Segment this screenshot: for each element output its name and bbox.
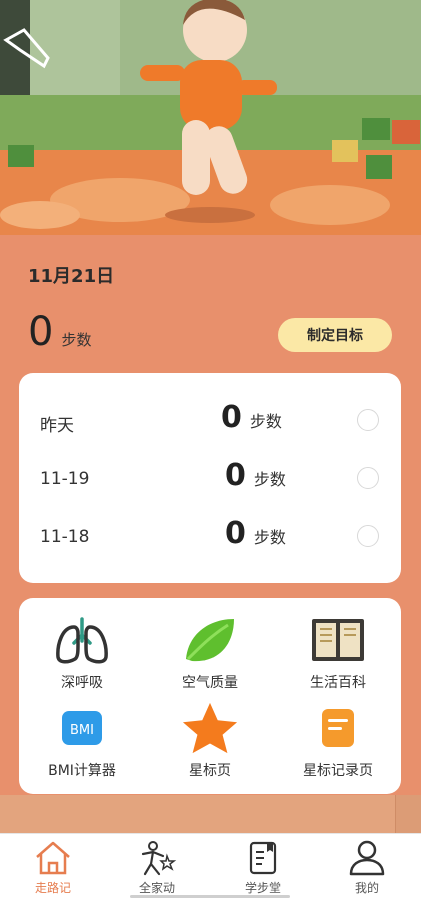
tab-label: 学步堂 <box>244 881 281 895</box>
notes-icon <box>309 702 367 754</box>
tool-life-encyclopedia[interactable]: 生活百科 <box>278 614 398 692</box>
footer-stripe <box>0 795 421 833</box>
hero-banner <box>0 0 421 235</box>
tool-label: 深呼吸 <box>61 675 103 691</box>
history-radio[interactable] <box>357 467 379 489</box>
history-row[interactable]: 昨天 0 步数 <box>19 401 401 441</box>
step-history-card: 昨天 0 步数 11-19 0 步数 11-18 0 步数 <box>19 373 401 583</box>
tools-grid: 深呼吸 空气质量 生活百科 BMI BMI计算器 星标页 星标记录页 <box>19 598 401 794</box>
history-radio[interactable] <box>357 525 379 547</box>
tool-label: 星标记录页 <box>303 763 373 779</box>
history-steps-unit: 步数 <box>253 470 286 489</box>
tool-star-page[interactable]: 星标页 <box>150 702 270 780</box>
tab-learn[interactable]: 学步堂 <box>218 839 308 896</box>
history-steps-count: 0 <box>225 516 246 551</box>
tool-air-quality[interactable]: 空气质量 <box>150 614 270 692</box>
tool-label: 星标页 <box>189 763 231 779</box>
history-steps-unit: 步数 <box>249 412 282 431</box>
history-steps: 0 步数 <box>225 461 286 491</box>
history-row[interactable]: 11-18 0 步数 <box>19 517 401 557</box>
leaf-icon <box>181 614 239 666</box>
tool-deep-breathing[interactable]: 深呼吸 <box>22 614 142 692</box>
current-date: 11月21日 <box>28 266 115 287</box>
tool-star-records[interactable]: 星标记录页 <box>278 702 398 780</box>
today-steps: 0 步数 <box>28 312 91 352</box>
stripe-divider <box>395 795 421 833</box>
star-icon <box>181 702 239 754</box>
history-steps: 0 步数 <box>221 403 282 433</box>
history-row[interactable]: 11-19 0 步数 <box>19 459 401 499</box>
history-steps: 0 步数 <box>225 519 286 549</box>
tool-label: 空气质量 <box>182 675 238 691</box>
toddler-illustration <box>0 0 421 235</box>
tool-label: 生活百科 <box>310 675 366 691</box>
today-steps-unit: 步数 <box>61 331 92 349</box>
family-icon <box>137 839 177 877</box>
history-steps-unit: 步数 <box>253 528 286 547</box>
bmi-badge: BMI <box>70 723 94 738</box>
lungs-icon <box>53 614 111 666</box>
user-icon <box>347 839 387 877</box>
tab-mine[interactable]: 我的 <box>322 839 412 896</box>
history-date: 11-19 <box>40 469 90 489</box>
bottom-tab-bar: 走路记 全家动 学步堂 我的 <box>0 833 421 898</box>
set-goal-button[interactable]: 制定目标 <box>278 318 392 352</box>
tool-label: BMI计算器 <box>48 763 116 779</box>
tab-label: 走路记 <box>34 881 71 895</box>
history-steps-count: 0 <box>221 400 242 435</box>
history-date: 11-18 <box>40 527 90 547</box>
history-radio[interactable] <box>357 409 379 431</box>
bmi-icon: BMI <box>53 702 111 754</box>
tab-label: 全家动 <box>138 881 175 895</box>
today-steps-count: 0 <box>28 309 54 355</box>
tab-walk[interactable]: 走路记 <box>8 839 98 896</box>
guide-book-icon <box>243 839 283 877</box>
tab-label: 我的 <box>354 881 379 895</box>
tool-bmi-calculator[interactable]: BMI BMI计算器 <box>22 702 142 780</box>
home-icon <box>33 839 73 877</box>
book-icon <box>309 614 367 666</box>
tab-family[interactable]: 全家动 <box>112 839 202 896</box>
history-date: 昨天 <box>40 416 74 436</box>
history-steps-count: 0 <box>225 458 246 493</box>
